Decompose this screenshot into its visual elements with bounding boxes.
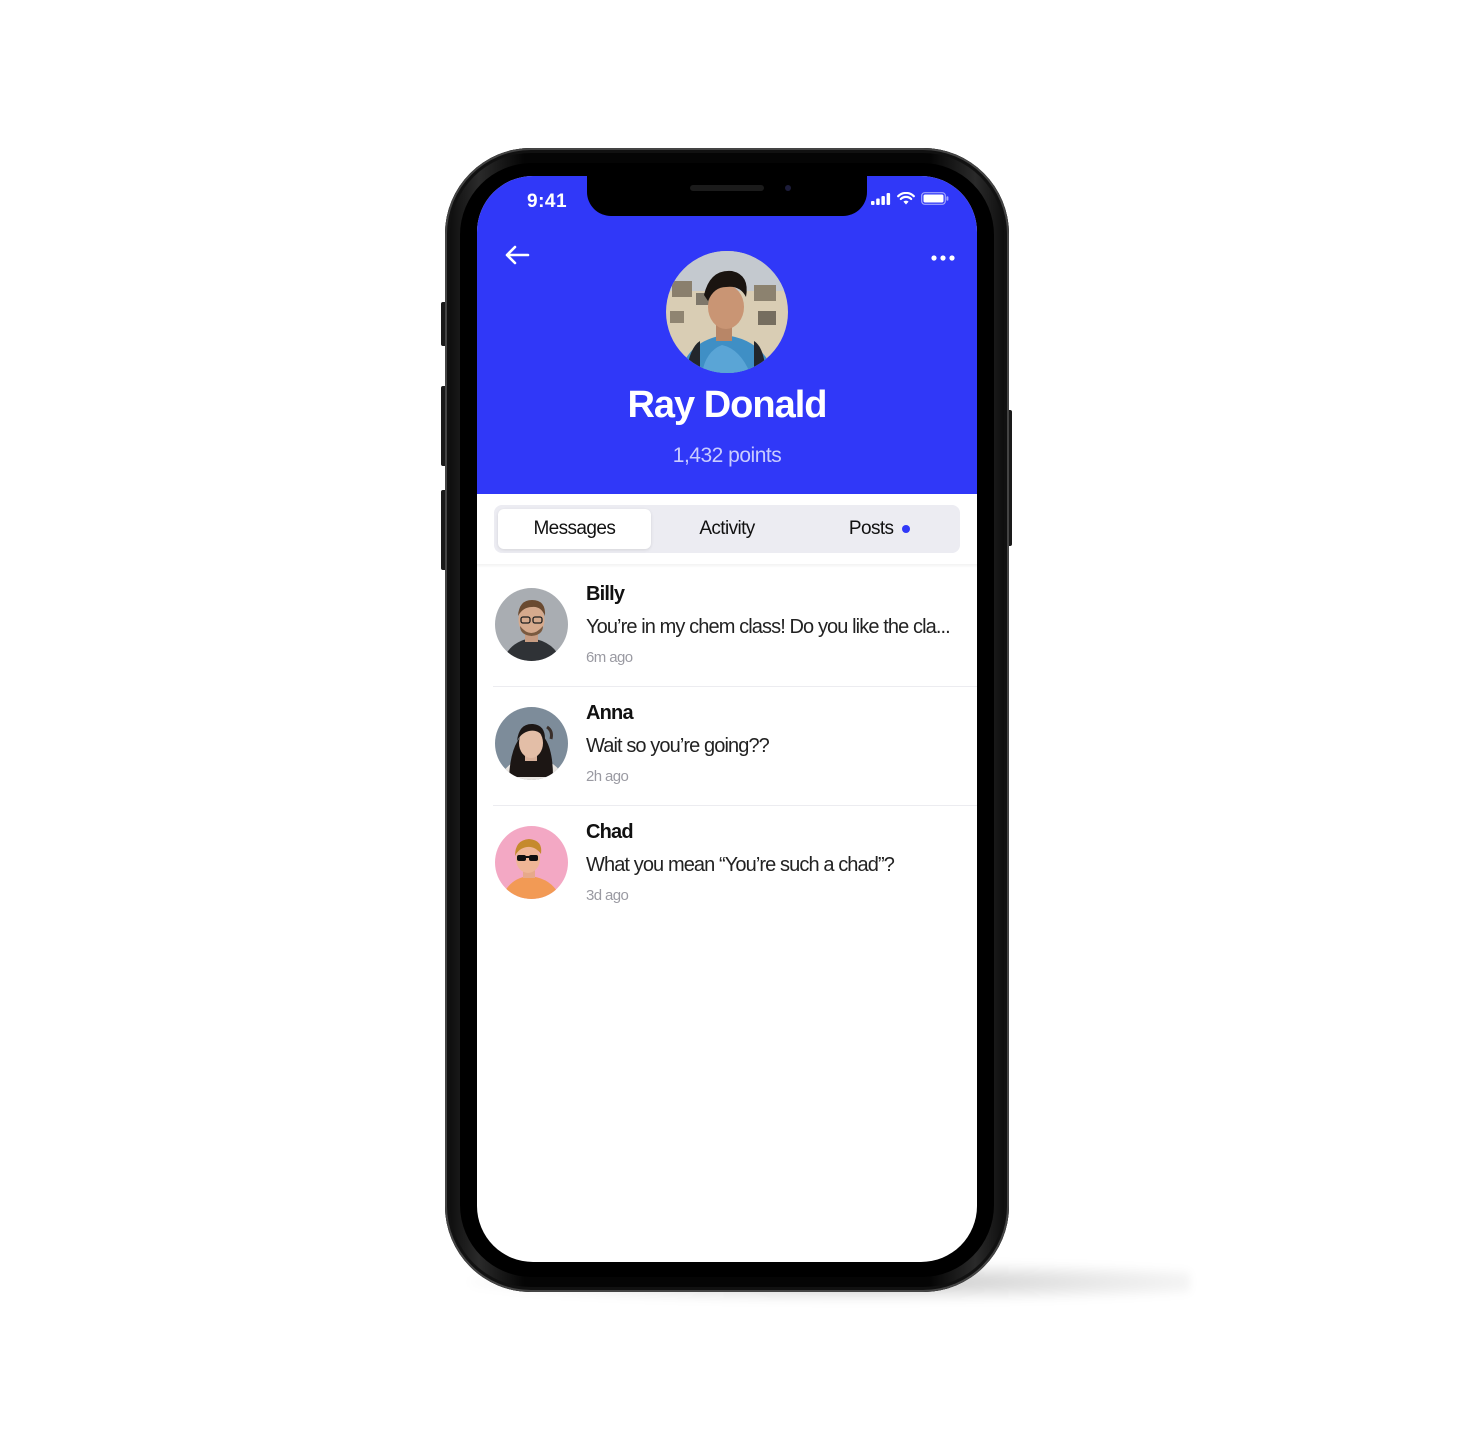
tab-label: Messages bbox=[533, 518, 616, 539]
avatar bbox=[495, 707, 568, 780]
message-sender: Billy bbox=[586, 583, 625, 605]
notch bbox=[587, 176, 867, 216]
avatar bbox=[495, 826, 568, 899]
list-item[interactable]: Chad What you mean “You’re such a chad”?… bbox=[477, 806, 977, 925]
signal-icon bbox=[871, 192, 891, 210]
tab-posts[interactable]: Posts bbox=[803, 509, 956, 549]
tab-label: Posts bbox=[848, 518, 894, 539]
back-button[interactable] bbox=[499, 242, 535, 272]
stage: 9:41 Ray Donald 1,432 points Messages Ac… bbox=[0, 0, 1457, 1440]
arrow-left-icon bbox=[504, 245, 530, 270]
speaker-grille bbox=[690, 185, 764, 191]
message-timestamp: 3d ago bbox=[586, 887, 629, 904]
avatar bbox=[495, 588, 568, 661]
message-preview: Wait so you’re going?? bbox=[586, 735, 770, 757]
message-timestamp: 2h ago bbox=[586, 768, 629, 785]
profile-name: Ray Donald bbox=[627, 384, 827, 426]
tab-label: Activity bbox=[699, 518, 755, 539]
wifi-icon bbox=[897, 191, 915, 210]
message-list: Billy You’re in my chem class! Do you li… bbox=[477, 568, 977, 925]
profile-points: 1,432 points bbox=[672, 444, 782, 467]
battery-icon bbox=[921, 192, 949, 210]
tab-messages[interactable]: Messages bbox=[498, 509, 651, 549]
status-time: 9:41 bbox=[527, 191, 568, 212]
segmented-tabs: Messages Activity Posts bbox=[494, 505, 960, 553]
list-item[interactable]: Anna Wait so you’re going?? 2h ago bbox=[477, 687, 977, 806]
phone-screen: 9:41 Ray Donald 1,432 points Messages Ac… bbox=[477, 176, 977, 1262]
message-sender: Anna bbox=[586, 702, 634, 724]
list-item[interactable]: Billy You’re in my chem class! Do you li… bbox=[477, 568, 977, 687]
message-sender: Chad bbox=[586, 821, 634, 843]
tab-activity[interactable]: Activity bbox=[651, 509, 804, 549]
more-options-button[interactable] bbox=[925, 242, 961, 272]
more-horizontal-icon bbox=[931, 248, 955, 266]
status-icons bbox=[871, 191, 949, 210]
message-preview: You’re in my chem class! Do you like the… bbox=[586, 616, 951, 638]
message-timestamp: 6m ago bbox=[586, 649, 633, 666]
phone-frame: 9:41 Ray Donald 1,432 points Messages Ac… bbox=[445, 148, 1009, 1292]
front-camera bbox=[785, 185, 791, 191]
message-preview: What you mean “You’re such a chad”? bbox=[586, 854, 895, 876]
profile-avatar[interactable] bbox=[666, 251, 788, 373]
notification-dot bbox=[902, 525, 911, 533]
profile-header: 9:41 Ray Donald 1,432 points bbox=[477, 176, 977, 494]
